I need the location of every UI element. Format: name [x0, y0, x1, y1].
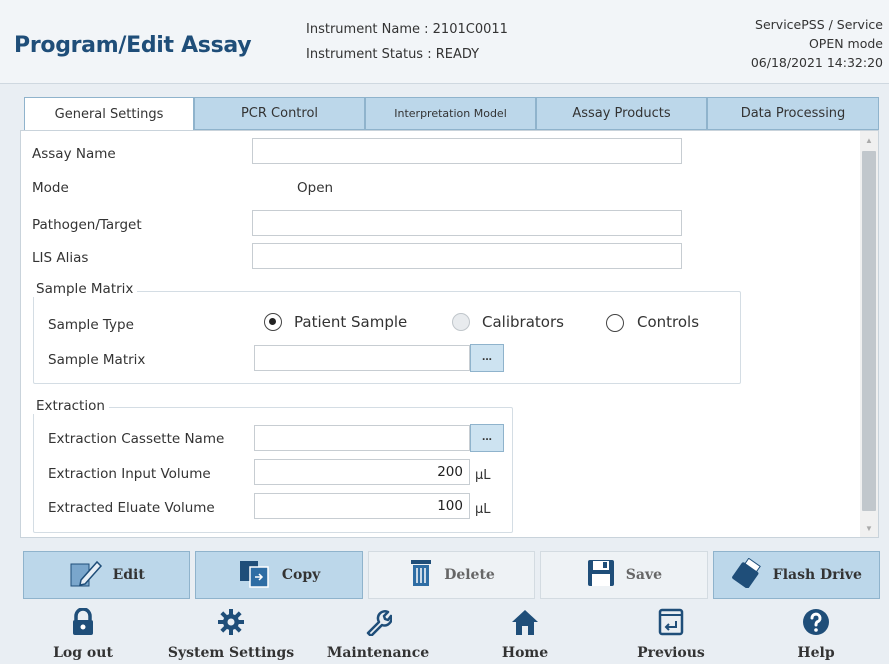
nav-home[interactable]: Home — [497, 608, 553, 661]
nav-help[interactable]: Help — [793, 608, 839, 661]
trash-icon — [408, 558, 434, 592]
lis-alias-label: LIS Alias — [32, 250, 89, 266]
assay-name-input[interactable] — [252, 138, 682, 164]
save-button-label: Save — [625, 567, 663, 583]
tab-pcr-control[interactable]: PCR Control — [194, 97, 365, 130]
assay-name-label: Assay Name — [32, 146, 116, 162]
tab-general-settings[interactable]: General Settings — [24, 97, 194, 131]
nav-home-label: Home — [501, 645, 549, 661]
calibrators-radio — [452, 313, 470, 331]
sample-type-label: Sample Type — [48, 317, 134, 333]
extraction-input-volume-unit: µL — [475, 468, 491, 483]
help-icon — [802, 608, 830, 641]
controls-radio[interactable] — [606, 314, 624, 332]
flash-drive-button[interactable]: Flash Drive — [712, 551, 881, 599]
pathogen-target-label: Pathogen/Target — [32, 217, 142, 233]
sample-matrix-group-title: Sample Matrix — [32, 281, 138, 297]
pathogen-target-input[interactable] — [252, 210, 682, 236]
extracted-eluate-volume-input[interactable]: 100 — [254, 493, 470, 519]
mode-indicator: OPEN mode — [808, 36, 883, 51]
wrench-icon — [364, 608, 393, 641]
nav-help-label: Help — [797, 645, 835, 661]
delete-button-label: Delete — [444, 567, 495, 583]
edit-button-label: Edit — [112, 567, 145, 583]
instrument-name: Instrument Name : 2101C0011 — [306, 22, 508, 37]
scroll-thumb[interactable] — [862, 151, 876, 511]
bottom-nav: Log out System Settings Maintenance Home… — [0, 607, 889, 664]
patient-sample-label[interactable]: Patient Sample — [294, 313, 407, 331]
nav-system-settings[interactable]: System Settings — [167, 608, 295, 661]
extraction-cassette-browse-button[interactable]: ... — [470, 424, 504, 452]
datetime: 06/18/2021 14:32:20 — [750, 55, 883, 70]
gear-icon — [217, 608, 245, 641]
copy-button-label: Copy — [281, 567, 321, 583]
lis-alias-input[interactable] — [252, 243, 682, 269]
nav-system-settings-label: System Settings — [167, 645, 295, 661]
extraction-cassette-input[interactable] — [254, 425, 470, 451]
sample-matrix-browse-button[interactable]: ... — [470, 344, 504, 372]
pencil-icon — [69, 558, 103, 592]
page-title: Program/Edit Assay — [14, 33, 252, 58]
extracted-eluate-volume-unit: µL — [475, 502, 491, 517]
tab-interpretation-model[interactable]: Interpretation Model — [365, 97, 536, 130]
extraction-group-title: Extraction — [32, 398, 109, 414]
scroll-down-icon[interactable]: ▼ — [860, 521, 878, 537]
nav-previous-label: Previous — [637, 645, 705, 661]
save-button[interactable]: Save — [540, 551, 708, 599]
tab-assay-products[interactable]: Assay Products — [536, 97, 707, 130]
sample-matrix-label: Sample Matrix — [48, 352, 146, 368]
header: Program/Edit Assay Instrument Name : 210… — [0, 0, 889, 84]
home-icon — [511, 608, 539, 641]
nav-maintenance[interactable]: Maintenance — [326, 608, 430, 661]
mode-value: Open — [297, 180, 334, 196]
controls-label[interactable]: Controls — [637, 313, 699, 331]
copy-button[interactable]: Copy — [195, 551, 363, 599]
instrument-status: Instrument Status : READY — [306, 47, 480, 62]
scroll-up-icon[interactable]: ▲ — [860, 133, 878, 149]
sample-matrix-input[interactable] — [254, 345, 470, 371]
flash-drive-button-label: Flash Drive — [772, 567, 862, 583]
nav-maintenance-label: Maintenance — [326, 645, 430, 661]
calibrators-label: Calibrators — [482, 313, 564, 331]
edit-button[interactable]: Edit — [23, 551, 191, 599]
tab-data-processing[interactable]: Data Processing — [707, 97, 879, 130]
delete-button[interactable]: Delete — [367, 551, 536, 599]
extraction-cassette-label: Extraction Cassette Name — [48, 431, 225, 447]
lock-icon — [70, 607, 96, 641]
tab-bar: General Settings PCR Control Interpretat… — [24, 97, 879, 131]
extraction-input-volume-input[interactable]: 200 — [254, 459, 470, 485]
copy-icon — [238, 558, 272, 592]
usb-drive-icon — [731, 557, 763, 592]
patient-sample-radio[interactable] — [264, 313, 282, 331]
nav-log-out[interactable]: Log out — [51, 607, 115, 661]
extraction-input-volume-label: Extraction Input Volume — [48, 466, 211, 482]
current-user: ServicePSS / Service — [755, 17, 883, 32]
action-bar: Edit Copy Delete Save Flash Drive — [23, 551, 881, 599]
extracted-eluate-volume-label: Extracted Eluate Volume — [48, 500, 215, 516]
general-settings-panel: Assay Name Mode Open Pathogen/Target LIS… — [20, 130, 879, 538]
previous-icon — [657, 608, 685, 641]
nav-log-out-label: Log out — [53, 645, 113, 661]
nav-previous[interactable]: Previous — [633, 608, 709, 661]
vertical-scrollbar[interactable]: ▲ ▼ — [860, 131, 878, 537]
mode-label: Mode — [32, 180, 69, 196]
floppy-icon — [586, 558, 616, 592]
